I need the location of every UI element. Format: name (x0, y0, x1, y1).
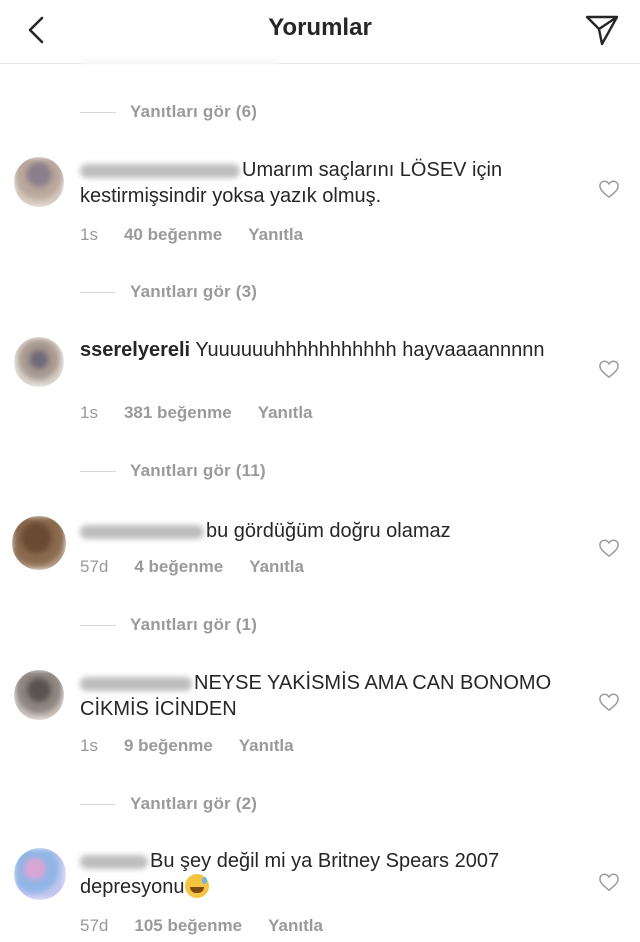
likes-count[interactable]: 4 beğenme (134, 557, 223, 577)
reply-button[interactable]: Yanıtla (248, 225, 303, 245)
page-title: Yorumlar (268, 14, 372, 41)
username-link[interactable] (80, 854, 148, 869)
heart-icon[interactable] (598, 872, 620, 892)
reply-button[interactable]: Yanıtla (268, 916, 323, 936)
view-replies-button[interactable]: Yanıtları gör (1) (80, 615, 257, 635)
paper-plane-icon (585, 15, 619, 46)
view-replies-button[interactable]: Yanıtları gör (3) (80, 282, 257, 302)
avatar[interactable] (14, 848, 66, 900)
comment-text: bu gördüğüm doğru olamaz (206, 520, 451, 542)
comment-meta: 57d 105 beğenme Yanıtla (80, 916, 323, 936)
heart-icon[interactable] (598, 538, 620, 558)
avatar[interactable] (14, 337, 64, 387)
divider-line (80, 624, 116, 626)
reply-button[interactable]: Yanıtla (249, 557, 304, 577)
cut-off-previous-content (80, 60, 280, 66)
heart-icon[interactable] (598, 359, 620, 379)
view-replies-button[interactable]: Yanıtları gör (2) (80, 794, 257, 814)
reply-button[interactable]: Yanıtla (239, 736, 294, 756)
avatar[interactable] (14, 670, 64, 720)
comment-time: 57d (80, 557, 109, 576)
divider-line (80, 111, 116, 113)
comment-time: 1s (80, 403, 98, 422)
comment-text-block: bu gördüğüm doğru olamaz (80, 518, 570, 544)
comment-meta: 1s 40 beğenme Yanıtla (80, 225, 303, 245)
view-replies-button[interactable]: Yanıtları gör (6) (80, 102, 257, 122)
comment-text-block: Bu şey değil mi ya Britney Spears 2007 d… (80, 848, 570, 900)
comment-meta: 57d 4 beğenme Yanıtla (80, 557, 304, 577)
username-link[interactable] (80, 676, 192, 691)
share-button[interactable] (582, 10, 622, 50)
comment-text-block: NEYSE YAKİSMİS AMA CAN BONOMO CİKMİS İCİ… (80, 670, 570, 722)
header-bar: Yorumlar (0, 0, 640, 64)
view-replies-label: Yanıtları gör (11) (130, 461, 266, 480)
comment-meta: 1s 9 beğenme Yanıtla (80, 736, 294, 756)
heart-icon[interactable] (598, 179, 620, 199)
username-link[interactable] (80, 524, 204, 539)
username-link[interactable]: sserelyereli (80, 339, 190, 361)
comment-text: Yuuuuuuhhhhhhhhhhh hayvaaaannnnn (195, 339, 545, 361)
comment-text-block: sserelyereli Yuuuuuuhhhhhhhhhhh hayvaaaa… (80, 337, 570, 363)
avatar[interactable] (14, 157, 64, 207)
grinning-sweat-emoji-icon (184, 874, 209, 898)
view-replies-button[interactable]: Yanıtları gör (11) (80, 461, 266, 481)
likes-count[interactable]: 40 beğenme (124, 225, 222, 245)
heart-icon[interactable] (598, 692, 620, 712)
divider-line (80, 803, 116, 805)
likes-count[interactable]: 9 beğenme (124, 736, 213, 756)
likes-count[interactable]: 105 beğenme (134, 916, 242, 936)
comment-text-block: Umarım saçlarını LÖSEV için kestirmişsin… (80, 157, 570, 209)
comment-time: 57d (80, 916, 109, 935)
view-replies-label: Yanıtları gör (1) (130, 615, 258, 634)
view-replies-label: Yanıtları gör (3) (130, 282, 258, 301)
avatar[interactable] (12, 516, 66, 570)
divider-line (80, 291, 116, 293)
view-replies-label: Yanıtları gör (6) (130, 102, 258, 121)
comment-time: 1s (80, 736, 98, 755)
username-link[interactable] (80, 163, 240, 178)
reply-button[interactable]: Yanıtla (258, 403, 313, 423)
comment-meta: 1s 381 beğenme Yanıtla (80, 403, 313, 423)
comment-time: 1s (80, 225, 98, 244)
view-replies-label: Yanıtları gör (2) (130, 794, 258, 813)
likes-count[interactable]: 381 beğenme (124, 403, 232, 423)
divider-line (80, 470, 116, 472)
